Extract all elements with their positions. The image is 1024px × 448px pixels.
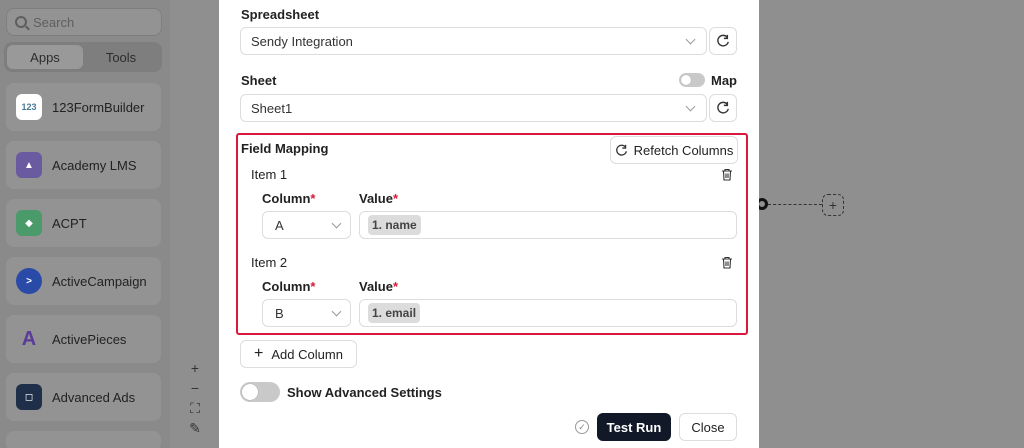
- close-button[interactable]: Close: [679, 413, 737, 441]
- item-2-title: Item 2: [251, 255, 288, 270]
- trash-icon: [722, 256, 732, 269]
- value-tag[interactable]: 1. email: [368, 303, 421, 323]
- field-mapping-label: Field Mapping: [241, 141, 329, 156]
- app-label: 123FormBuilder: [52, 99, 145, 115]
- app-card-partial[interactable]: [6, 431, 161, 448]
- magic-wand-icon[interactable]: ✎: [184, 418, 206, 438]
- fit-view-icon[interactable]: ⛶: [184, 398, 206, 418]
- chevron-down-icon: [331, 306, 342, 317]
- value-label: Value*: [359, 191, 399, 206]
- 123formbuilder-icon: 123: [16, 94, 42, 120]
- search-icon: [15, 16, 27, 28]
- acpt-icon: ◆: [16, 210, 42, 236]
- app-label: Academy LMS: [52, 157, 137, 173]
- advanced-settings-label: Show Advanced Settings: [287, 385, 442, 400]
- chevron-down-icon: [331, 218, 342, 229]
- activepieces-icon: A: [21, 327, 37, 350]
- refresh-icon: [717, 34, 729, 47]
- value-tag[interactable]: 1. name: [368, 215, 421, 235]
- add-column-button[interactable]: + Add Column: [240, 340, 357, 368]
- delete-item-1-button[interactable]: [718, 165, 736, 183]
- column-value: B: [275, 305, 284, 321]
- chevron-down-icon: [685, 101, 696, 112]
- chevron-down-icon: [685, 34, 696, 45]
- refetch-columns-button[interactable]: Refetch Columns: [610, 136, 738, 164]
- value-field-item-1[interactable]: 1. name: [359, 211, 737, 239]
- refetch-columns-label: Refetch Columns: [633, 142, 734, 158]
- value-label: Value*: [359, 279, 399, 294]
- zoom-out-icon[interactable]: −: [184, 378, 206, 398]
- search-box[interactable]: [6, 8, 162, 36]
- app-label: ActiveCampaign: [52, 273, 147, 289]
- column-value: A: [275, 217, 284, 233]
- refresh-spreadsheet-button[interactable]: [709, 27, 737, 55]
- refresh-sheet-button[interactable]: [709, 94, 737, 122]
- refresh-icon: [717, 101, 729, 114]
- sheet-select[interactable]: Sheet1: [240, 94, 707, 122]
- app-label: ACPT: [52, 215, 87, 231]
- zoom-in-icon[interactable]: +: [184, 358, 206, 378]
- delete-item-2-button[interactable]: [718, 253, 736, 271]
- spreadsheet-select[interactable]: Sendy Integration: [240, 27, 707, 55]
- app-label: ActivePieces: [52, 331, 127, 347]
- column-select-item-2[interactable]: B: [262, 299, 351, 327]
- advanced-ads-icon: ◻: [16, 384, 42, 410]
- academy-lms-icon: ▲: [16, 152, 42, 178]
- column-select-item-1[interactable]: A: [262, 211, 351, 239]
- app-label: Advanced Ads: [52, 389, 136, 405]
- sheet-label: Sheet: [241, 73, 277, 88]
- tab-apps[interactable]: Apps: [7, 45, 83, 69]
- column-label: Column*: [262, 191, 316, 206]
- activecampaign-icon: >: [16, 268, 42, 294]
- tab-tools[interactable]: Tools: [83, 45, 159, 69]
- sheet-value: Sheet1: [251, 100, 293, 116]
- trash-icon: [722, 168, 732, 181]
- add-column-label: Add Column: [271, 346, 343, 362]
- test-run-button[interactable]: Test Run: [597, 413, 671, 441]
- app-card-advanced-ads[interactable]: ◻ Advanced Ads: [6, 373, 161, 421]
- plus-icon: +: [254, 345, 264, 362]
- apps-tools-switch: Apps Tools: [4, 42, 162, 72]
- value-field-item-2[interactable]: 1. email: [359, 299, 737, 327]
- map-toggle[interactable]: [679, 73, 705, 87]
- item-1-title: Item 1: [251, 167, 288, 182]
- app-card-activecampaign[interactable]: > ActiveCampaign: [6, 257, 161, 305]
- map-label: Map: [711, 73, 737, 88]
- sidebar: Apps Tools 123 123FormBuilder ▲ Academy …: [0, 0, 170, 448]
- app-card-activepieces[interactable]: A ActivePieces: [6, 315, 161, 363]
- column-label: Column*: [262, 279, 316, 294]
- spreadsheet-label: Spreadsheet: [241, 7, 320, 22]
- zoom-controls: + − ⛶ ✎: [184, 358, 206, 438]
- advanced-settings-toggle[interactable]: [240, 382, 280, 402]
- add-node-icon[interactable]: +: [822, 194, 844, 216]
- app-card-academy-lms[interactable]: ▲ Academy LMS: [6, 141, 161, 189]
- search-input[interactable]: [33, 14, 153, 30]
- node-connection-line: [768, 204, 822, 205]
- app-card-acpt[interactable]: ◆ ACPT: [6, 199, 161, 247]
- spreadsheet-value: Sendy Integration: [251, 33, 353, 49]
- refresh-icon: [615, 144, 627, 156]
- check-circle-icon: ✓: [575, 420, 589, 434]
- configure-action-modal: Spreadsheet Sendy Integration Sheet Map …: [219, 0, 759, 448]
- app-card-123formbuilder[interactable]: 123 123FormBuilder: [6, 83, 161, 131]
